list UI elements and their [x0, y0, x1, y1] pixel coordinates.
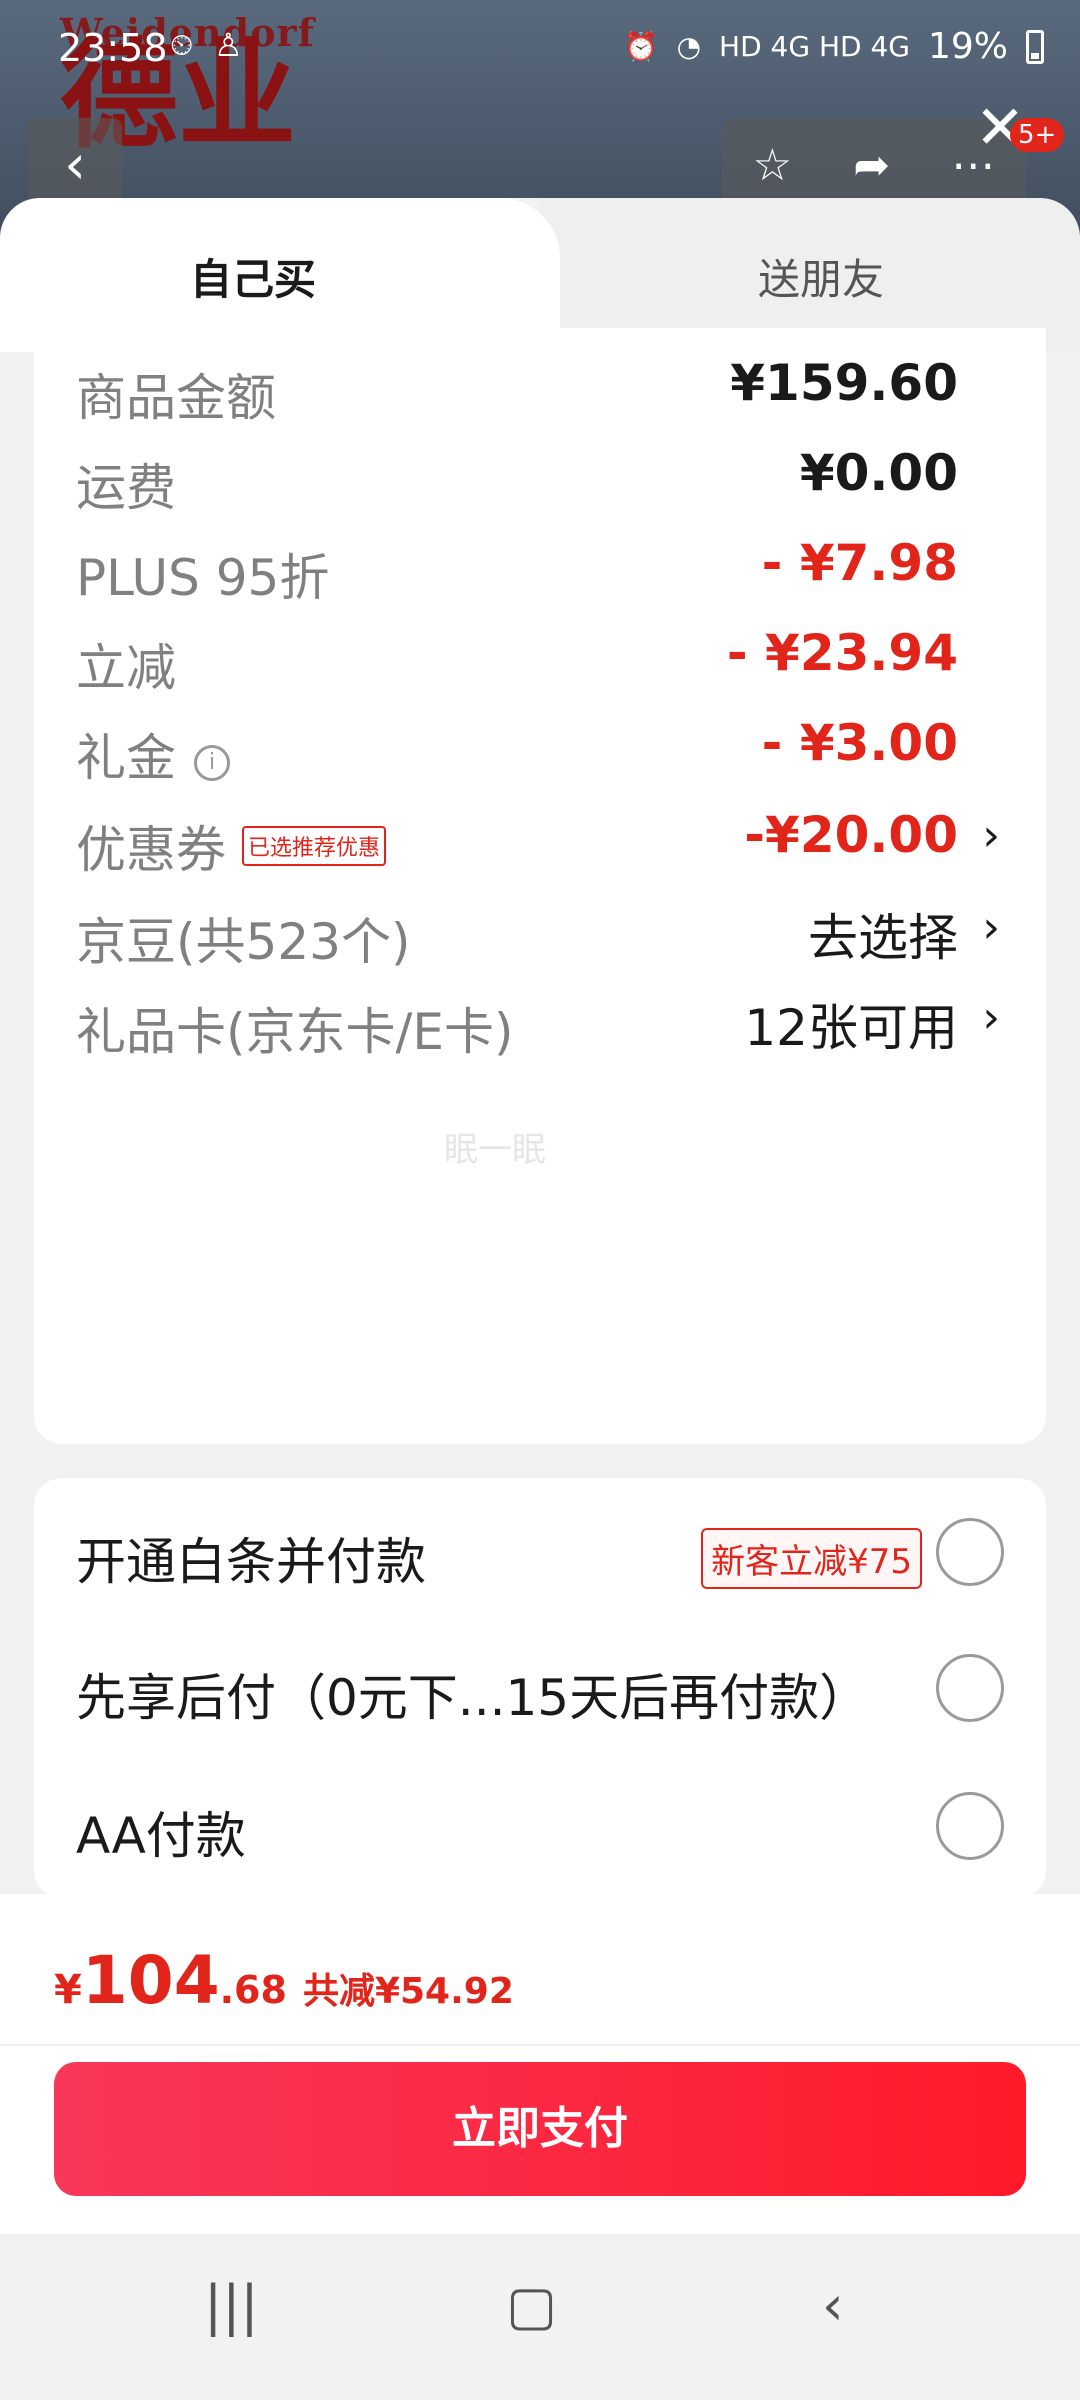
chevron-right-icon: ›: [982, 992, 1000, 1043]
battery-icon: [1026, 29, 1044, 64]
alarm-icon: ⏰: [623, 30, 659, 63]
row-shipping: 运费 ¥0.00: [34, 438, 1046, 528]
row-plus-discount: PLUS 95折 - ¥7.98: [34, 528, 1046, 618]
pay-now-button[interactable]: 立即支付: [54, 2062, 1026, 2196]
radio-button[interactable]: [936, 1518, 1004, 1586]
notification-icon: ♙: [214, 26, 243, 64]
radio-button[interactable]: [936, 1792, 1004, 1860]
message-badge: 5+: [1010, 118, 1065, 152]
row-label: 优惠券 已选推荐优惠: [76, 810, 387, 882]
row-label: PLUS 95折: [76, 549, 330, 607]
status-time: 23:58: [58, 26, 168, 70]
chevron-right-icon: ›: [982, 902, 1000, 953]
status-right-icons: ⏰ ◔ HD 4G HD 4G 19%: [624, 26, 1044, 67]
row-value: - ¥23.94: [726, 624, 958, 682]
row-value: ¥159.60: [730, 354, 958, 412]
row-value: ¥0.00: [799, 444, 958, 502]
tab-send-to-friend[interactable]: 送朋友: [758, 246, 884, 307]
row-value: 去选择: [808, 909, 958, 967]
payment-option-label: 先享后付（0元下...15天后再付款）: [76, 1669, 870, 1727]
row-label: 礼品卡(京东卡/E卡): [76, 1003, 514, 1061]
row-label: 京豆(共523个): [76, 913, 411, 971]
row-coupon[interactable]: 优惠券 已选推荐优惠 -¥20.00 ›: [34, 800, 1046, 890]
network-indicator: HD 4G HD 4G: [719, 30, 910, 63]
row-value: -¥20.00: [744, 806, 958, 864]
row-jd-beans[interactable]: 京豆(共523个) 去选择 ›: [34, 892, 1046, 982]
watermark: 眠一眠: [444, 1130, 546, 1170]
payment-option-pay-later[interactable]: 先享后付（0元下...15天后再付款）: [34, 1634, 1046, 1734]
row-instant-discount: 立减 - ¥23.94: [34, 618, 1046, 708]
payment-option-aa[interactable]: AA付款: [34, 1772, 1046, 1872]
total-price: ¥104.68 共减¥54.92: [54, 1942, 514, 2019]
system-nav-bar: ||| ▢ ‹: [0, 2234, 1080, 2400]
battery-level: 19%: [927, 26, 1008, 67]
chevron-right-icon: ›: [982, 810, 1000, 861]
row-label: 礼金 i: [76, 718, 230, 790]
info-icon[interactable]: i: [194, 745, 230, 781]
price-summary-card: 商品金额 ¥159.60 运费 ¥0.00 PLUS 95折 - ¥7.98 立…: [34, 328, 1046, 1444]
payment-options-card: 开通白条并付款 新客立减¥75 先享后付（0元下...15天后再付款） AA付款: [34, 1478, 1046, 1898]
row-label: 立减: [76, 639, 176, 697]
chevron-left-icon: ‹: [64, 133, 86, 196]
recent-apps-icon[interactable]: |||: [204, 2274, 259, 2337]
total-saved: 共减¥54.92: [302, 1971, 514, 2012]
row-value: 12张可用: [744, 999, 958, 1057]
row-gift-money: 礼金 i - ¥3.00: [34, 708, 1046, 798]
payment-option-label: 开通白条并付款: [76, 1533, 426, 1591]
clock-icon: ⏲: [170, 28, 194, 63]
home-icon[interactable]: ▢: [506, 2274, 557, 2337]
divider: [0, 2044, 1080, 2046]
wifi-icon: ◔: [676, 30, 702, 63]
row-label: 商品金额: [76, 369, 276, 427]
row-gift-card[interactable]: 礼品卡(京东卡/E卡) 12张可用 ›: [34, 982, 1046, 1072]
row-label: 运费: [76, 459, 176, 517]
share-icon[interactable]: ➦: [853, 140, 890, 191]
star-icon[interactable]: ☆: [753, 140, 792, 191]
recommended-tag: 已选推荐优惠: [242, 826, 387, 866]
tab-buy-for-self[interactable]: 自己买: [190, 246, 316, 307]
row-value: - ¥7.98: [761, 534, 958, 592]
new-customer-tag: 新客立减¥75: [701, 1528, 922, 1589]
back-icon[interactable]: ‹: [822, 2274, 844, 2337]
status-bar: 23:58 ⏲ ♙ ⏰ ◔ HD 4G HD 4G 19%: [0, 0, 1080, 100]
row-value: - ¥3.00: [761, 714, 958, 772]
payment-option-baitiao[interactable]: 开通白条并付款 新客立减¥75: [34, 1498, 1046, 1598]
checkout-footer: ¥104.68 共减¥54.92 立即支付: [0, 1894, 1080, 2234]
radio-button[interactable]: [936, 1654, 1004, 1722]
payment-option-label: AA付款: [76, 1807, 246, 1865]
row-goods-amount: 商品金额 ¥159.60: [34, 348, 1046, 438]
